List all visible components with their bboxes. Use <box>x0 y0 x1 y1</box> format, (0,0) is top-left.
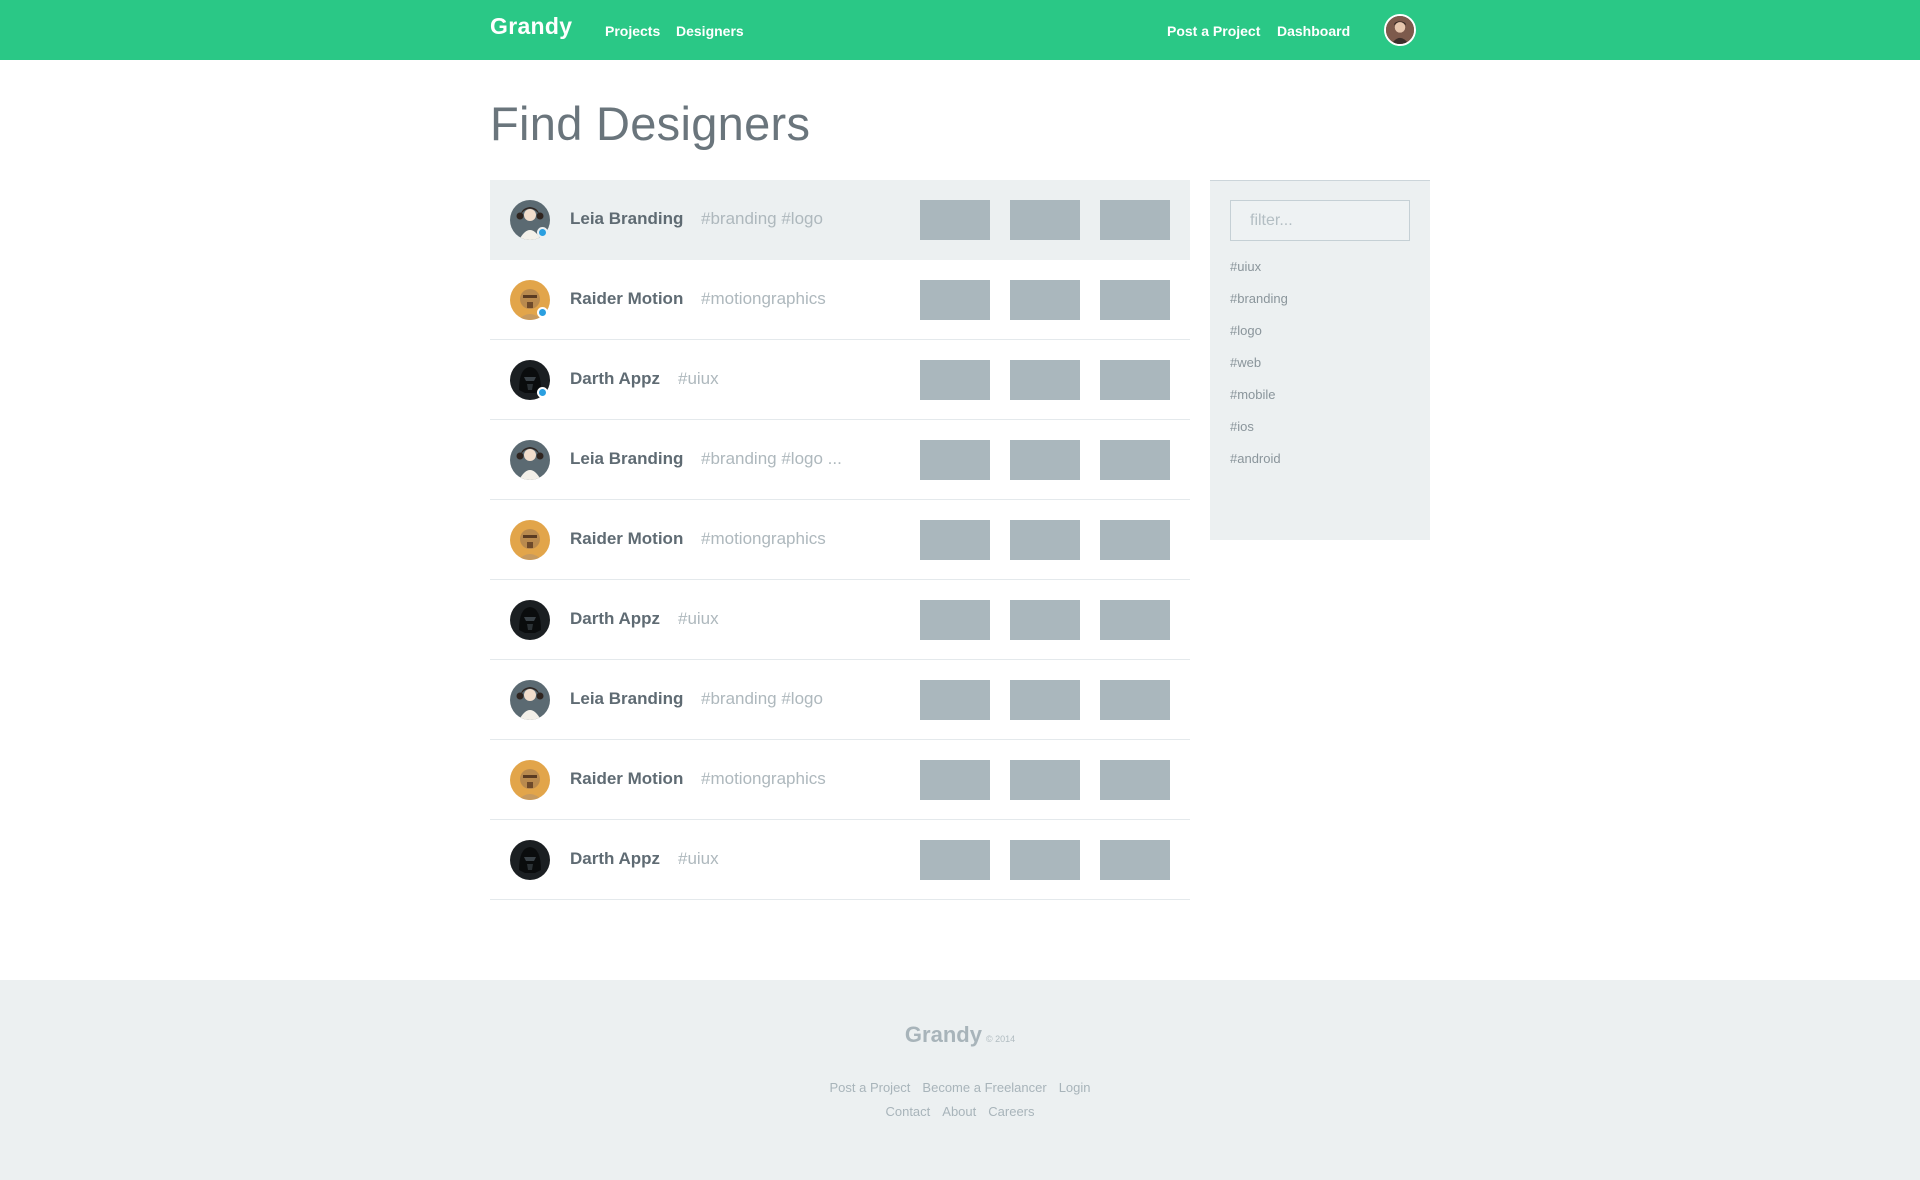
footer-link[interactable]: Careers <box>988 1104 1034 1119</box>
portfolio-thumbnail[interactable] <box>920 840 990 880</box>
designer-avatar[interactable] <box>510 760 550 800</box>
designer-tags: #uiux <box>678 609 719 628</box>
portfolio-thumbnail[interactable] <box>1010 840 1080 880</box>
portfolio-thumbnail[interactable] <box>920 440 990 480</box>
designer-tags: #uiux <box>678 849 719 868</box>
portfolio-thumbnail[interactable] <box>1100 760 1170 800</box>
designer-avatar[interactable] <box>510 600 550 640</box>
portfolio-thumbnail[interactable] <box>1100 840 1170 880</box>
designer-row[interactable]: Raider Motion #motiongraphics <box>490 500 1190 580</box>
designer-name[interactable]: Darth Appz <box>570 849 660 869</box>
portfolio-thumbnail[interactable] <box>1010 600 1080 640</box>
designer-list: Leia Branding #branding #logo Raider Motio… <box>490 180 1190 900</box>
designer-name[interactable]: Darth Appz <box>570 369 660 389</box>
portfolio-thumbnail[interactable] <box>920 200 990 240</box>
footer-link[interactable]: About <box>942 1104 976 1119</box>
page-title: Find Designers <box>490 97 811 150</box>
designer-name[interactable]: Darth Appz <box>570 609 660 629</box>
post-project-link[interactable]: Post a Project <box>1167 23 1260 39</box>
portfolio-thumbnail[interactable] <box>1010 360 1080 400</box>
designer-tags: #uiux <box>678 369 719 388</box>
portfolio-thumbnail[interactable] <box>920 360 990 400</box>
portfolio-thumbnail[interactable] <box>1010 520 1080 560</box>
top-navigation-bar: Grandy Projects Designers Post a Project… <box>0 0 1920 60</box>
tag-filter-item[interactable]: #ios <box>1230 419 1288 451</box>
tag-filter-item[interactable]: #logo <box>1230 323 1288 355</box>
filter-sidebar: #uiux#branding#logo#web#mobile#ios#andro… <box>1210 180 1430 540</box>
footer-brand: Grandy © 2014 <box>0 1022 1920 1048</box>
designer-avatar[interactable] <box>510 840 550 880</box>
tag-filter-item[interactable]: #android <box>1230 451 1288 483</box>
portfolio-thumbnail[interactable] <box>920 280 990 320</box>
designer-name[interactable]: Raider Motion <box>570 529 683 549</box>
portfolio-thumbnail[interactable] <box>920 520 990 560</box>
footer-links-secondary: Contact About Careers <box>0 1104 1920 1119</box>
designer-name[interactable]: Leia Branding <box>570 689 683 709</box>
footer-link[interactable]: Become a Freelancer <box>922 1080 1046 1095</box>
portfolio-thumbnail[interactable] <box>1010 760 1080 800</box>
designer-tags: #branding #logo ... <box>701 449 842 468</box>
portfolio-thumbnail[interactable] <box>920 680 990 720</box>
designer-avatar[interactable] <box>510 440 550 480</box>
designer-name[interactable]: Raider Motion <box>570 289 683 309</box>
tag-filter-item[interactable]: #uiux <box>1230 259 1288 291</box>
designer-row[interactable]: Raider Motion #motiongraphics <box>490 260 1190 340</box>
designer-row[interactable]: Darth Appz #uiux <box>490 820 1190 900</box>
portfolio-thumbnail[interactable] <box>1100 200 1170 240</box>
designer-tags: #motiongraphics <box>701 529 826 548</box>
online-status-indicator <box>537 307 548 318</box>
tag-filter-item[interactable]: #mobile <box>1230 387 1288 419</box>
designer-row[interactable]: Leia Branding #branding #logo ... <box>490 420 1190 500</box>
footer-link[interactable]: Contact <box>885 1104 930 1119</box>
portfolio-thumbnail[interactable] <box>1100 600 1170 640</box>
designer-row[interactable]: Raider Motion #motiongraphics <box>490 740 1190 820</box>
portfolio-thumbnail[interactable] <box>1010 680 1080 720</box>
user-avatar-image <box>1386 16 1414 44</box>
footer-link[interactable]: Login <box>1059 1080 1091 1095</box>
designer-row[interactable]: Leia Branding #branding #logo <box>490 180 1190 260</box>
portfolio-thumbnail[interactable] <box>920 600 990 640</box>
designer-tags: #motiongraphics <box>701 289 826 308</box>
designer-name[interactable]: Leia Branding <box>570 209 683 229</box>
portfolio-thumbnail[interactable] <box>1100 440 1170 480</box>
user-avatar[interactable] <box>1384 14 1416 46</box>
portfolio-thumbnail[interactable] <box>1100 280 1170 320</box>
tag-filter-item[interactable]: #branding <box>1230 291 1288 323</box>
dashboard-link[interactable]: Dashboard <box>1277 23 1350 39</box>
designer-tags: #branding #logo <box>701 209 823 228</box>
portfolio-thumbnail[interactable] <box>1100 360 1170 400</box>
designer-avatar[interactable] <box>510 680 550 720</box>
tag-filter-item[interactable]: #web <box>1230 355 1288 387</box>
footer: Grandy © 2014 Post a Project Become a Free… <box>0 980 1920 1180</box>
footer-logo[interactable]: Grandy <box>905 1022 982 1047</box>
designer-tags: #motiongraphics <box>701 769 826 788</box>
designer-row[interactable]: Darth Appz #uiux <box>490 340 1190 420</box>
footer-copyright: © 2014 <box>985 1034 1016 1044</box>
tag-filter-list: #uiux #branding #logo #web #mobile #ios #andro… <box>1230 259 1288 483</box>
designer-row[interactable]: Leia Branding #branding #logo <box>490 660 1190 740</box>
portfolio-thumbnail[interactable] <box>1010 440 1080 480</box>
filter-input[interactable] <box>1230 200 1410 241</box>
portfolio-thumbnail[interactable] <box>1100 680 1170 720</box>
nav-link-projects[interactable]: Projects <box>605 23 660 39</box>
online-status-indicator <box>537 227 548 238</box>
portfolio-thumbnail[interactable] <box>1010 200 1080 240</box>
designer-avatar[interactable] <box>510 520 550 560</box>
designer-name[interactable]: Leia Branding <box>570 449 683 469</box>
brand-logo[interactable]: Grandy <box>490 13 572 40</box>
designer-row[interactable]: Darth Appz #uiux <box>490 580 1190 660</box>
portfolio-thumbnail[interactable] <box>1100 520 1170 560</box>
footer-links-primary: Post a Project Become a Freelancer Login <box>0 1080 1920 1095</box>
portfolio-thumbnail[interactable] <box>920 760 990 800</box>
designer-tags: #branding #logo <box>701 689 823 708</box>
footer-link[interactable]: Post a Project <box>829 1080 910 1095</box>
portfolio-thumbnail[interactable] <box>1010 280 1080 320</box>
online-status-indicator <box>537 387 548 398</box>
designer-name[interactable]: Raider Motion <box>570 769 683 789</box>
nav-link-designers[interactable]: Designers <box>676 23 744 39</box>
